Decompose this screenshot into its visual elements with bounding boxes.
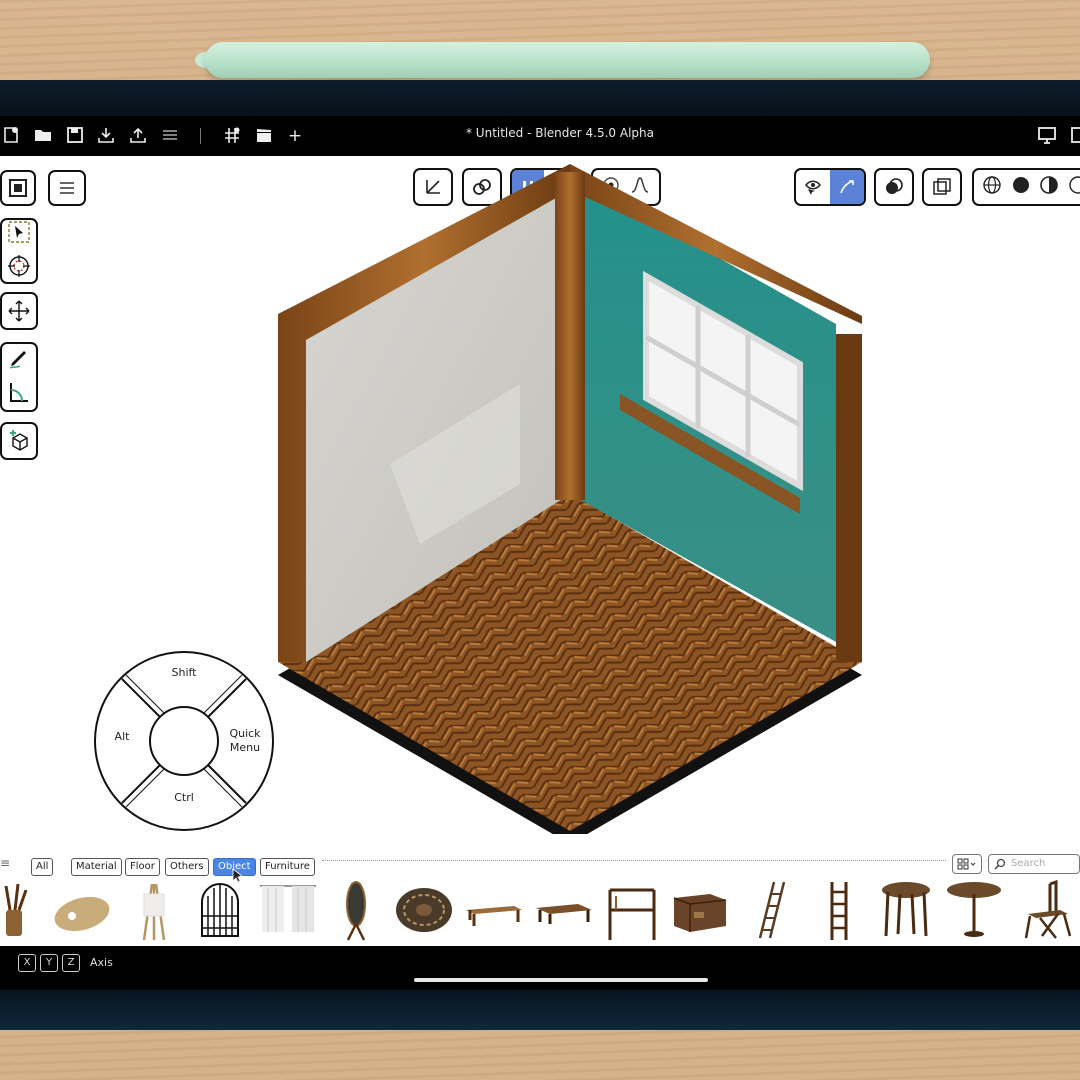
shading-mode-group <box>972 168 1080 206</box>
asset-standing-ladder[interactable] <box>810 880 870 942</box>
pie-ctrl-option[interactable]: Ctrl <box>164 791 204 805</box>
pie-quick-menu-line1: Quick <box>229 727 261 740</box>
asset-round-stool[interactable] <box>876 880 936 942</box>
save-icon[interactable] <box>64 125 86 147</box>
asset-thumbnail-row <box>0 879 1080 946</box>
xray-icon <box>933 178 951 195</box>
search-placeholder: Search <box>1011 858 1046 869</box>
asset-chest[interactable] <box>670 880 730 942</box>
asset-bench[interactable] <box>464 880 524 942</box>
annotate-tool-group <box>0 342 38 412</box>
axis-key-y[interactable]: Y <box>40 954 58 972</box>
axis-label: Axis <box>90 956 113 969</box>
tablet-bezel-bottom <box>0 990 1080 1030</box>
asset-curtain[interactable] <box>258 880 318 942</box>
status-bar: X Y Z Axis <box>0 946 1080 990</box>
display-icon[interactable] <box>1036 125 1058 147</box>
asset-tab-furniture[interactable]: Furniture <box>260 858 315 876</box>
toolbar-separator <box>200 128 201 144</box>
export-icon[interactable] <box>127 125 149 147</box>
pie-shift-option[interactable]: Shift <box>164 666 204 680</box>
add-cube-tool-button[interactable] <box>0 422 38 460</box>
wireframe-shading-icon[interactable] <box>982 175 1002 199</box>
asset-wooden-chair[interactable] <box>1018 879 1078 942</box>
pie-quick-menu-option[interactable]: Quick Menu <box>224 727 266 755</box>
pie-menu: Shift Alt Quick Menu Ctrl <box>92 650 276 832</box>
asset-standing-mirror[interactable] <box>326 880 386 942</box>
grid-view-icon <box>957 858 976 870</box>
isometric-room-model[interactable] <box>270 164 870 834</box>
search-icon <box>994 858 1006 870</box>
asset-leaning-ladder[interactable] <box>742 880 802 942</box>
tablet-screen: + * Untitled - Blender 4.5.0 Alpha Shift… <box>0 116 1080 990</box>
import-icon[interactable] <box>95 125 117 147</box>
asset-easel[interactable] <box>124 880 184 942</box>
asset-palette[interactable] <box>52 880 112 942</box>
top-menu-bar: + * Untitled - Blender 4.5.0 Alpha <box>0 116 1080 156</box>
annotate-pencil-icon[interactable] <box>7 346 31 374</box>
move-arrows-icon <box>8 300 30 322</box>
add-cube-icon <box>10 430 28 451</box>
select-box-icon[interactable] <box>7 220 31 248</box>
home-indicator[interactable] <box>414 978 708 982</box>
tablet-bezel-top <box>0 80 1080 116</box>
solid-shading-icon[interactable] <box>1011 175 1031 199</box>
asset-search-input[interactable]: Search <box>988 854 1080 874</box>
open-folder-icon[interactable] <box>32 125 54 147</box>
asset-tab-material[interactable]: Material <box>71 858 122 876</box>
asset-tab-others[interactable]: Others <box>165 858 209 876</box>
axis-key-x[interactable]: X <box>18 954 36 972</box>
asset-panel-menu-icon[interactable]: ≡ <box>0 856 10 870</box>
cursor-tool-icon[interactable] <box>7 254 31 282</box>
select-tool-group <box>0 218 38 284</box>
workspace-icon[interactable] <box>221 125 243 147</box>
asset-round-rug[interactable] <box>394 880 454 942</box>
move-tool-button[interactable] <box>0 292 38 330</box>
pie-quick-menu-line2: Menu <box>229 741 261 754</box>
asset-bird-cage[interactable] <box>192 880 252 942</box>
add-workspace-icon[interactable]: + <box>284 125 306 147</box>
menu-icon[interactable] <box>159 125 181 147</box>
overlays-icon <box>886 178 903 194</box>
window-title: * Untitled - Blender 4.5.0 Alpha <box>465 126 654 140</box>
axis-key-z[interactable]: Z <box>62 954 80 972</box>
display-mode-button[interactable] <box>952 854 982 874</box>
toggle-fullscreen-button[interactable] <box>0 170 36 206</box>
pie-alt-option[interactable]: Alt <box>104 730 140 744</box>
xray-toggle-button[interactable] <box>922 168 962 206</box>
maximize-icon <box>9 179 27 197</box>
asset-header-divider <box>322 860 946 861</box>
rendered-shading-icon[interactable] <box>1068 175 1080 199</box>
scene-icon[interactable] <box>1066 125 1080 147</box>
material-shading-icon[interactable] <box>1039 175 1059 199</box>
new-file-icon[interactable] <box>0 125 22 147</box>
hamburger-icon <box>60 182 74 194</box>
apple-pencil <box>205 42 930 78</box>
asset-wooden-shelf-frame[interactable] <box>602 880 662 942</box>
view-menu-button[interactable] <box>48 170 86 206</box>
asset-round-table[interactable] <box>944 880 1004 942</box>
asset-tab-floor[interactable]: Floor <box>125 858 160 876</box>
measure-tool-icon[interactable] <box>7 380 31 408</box>
overlays-button[interactable] <box>874 168 914 206</box>
asset-coffee-table[interactable] <box>534 880 594 942</box>
asset-tab-all[interactable]: All <box>31 858 54 876</box>
asset-brush-jar[interactable] <box>0 880 60 942</box>
clapperboard-icon[interactable] <box>253 125 275 147</box>
